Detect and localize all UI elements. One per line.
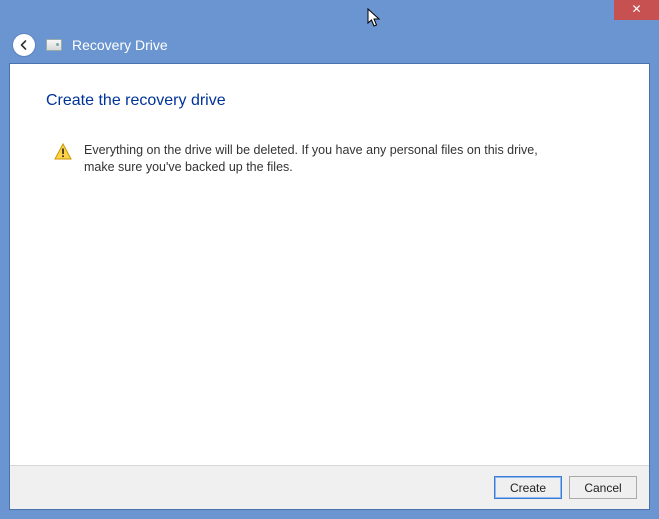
footer: Create Cancel	[10, 465, 649, 509]
create-button[interactable]: Create	[494, 476, 562, 499]
content-panel: Create the recovery drive Everything on …	[9, 63, 650, 510]
window-title: Recovery Drive	[72, 37, 168, 53]
warning-row: Everything on the drive will be deleted.…	[46, 142, 613, 176]
back-button[interactable]	[12, 33, 36, 57]
arrow-left-icon	[17, 38, 31, 52]
warning-text: Everything on the drive will be deleted.…	[84, 142, 554, 176]
drive-icon	[46, 39, 62, 51]
close-icon: ✕	[631, 2, 641, 16]
warning-icon	[54, 143, 72, 161]
close-button[interactable]: ✕	[614, 0, 659, 20]
content: Create the recovery drive Everything on …	[10, 64, 649, 465]
cancel-button[interactable]: Cancel	[569, 476, 637, 499]
header: Recovery Drive	[0, 27, 659, 63]
titlebar: ✕	[0, 0, 659, 27]
page-title: Create the recovery drive	[46, 92, 613, 110]
